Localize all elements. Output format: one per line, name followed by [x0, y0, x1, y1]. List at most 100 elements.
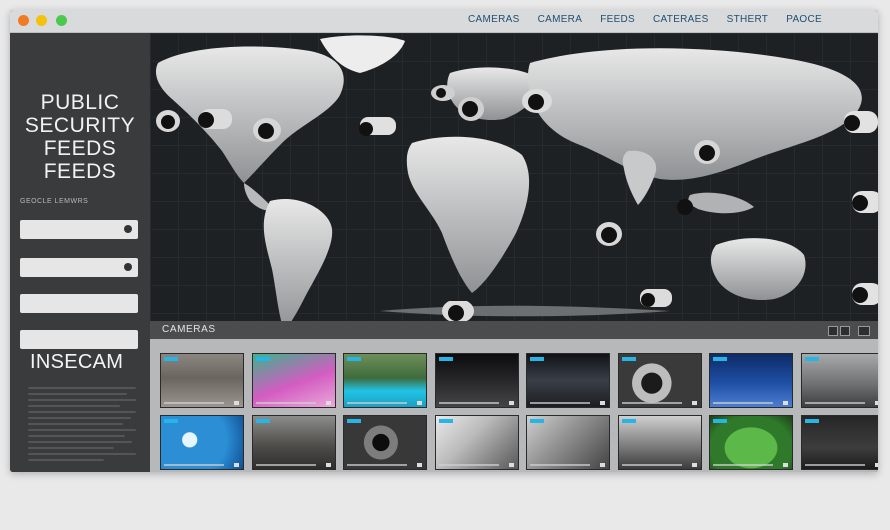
camera-thumbnail[interactable] [617, 415, 702, 470]
caption-bar [530, 464, 590, 466]
caption-bar [804, 402, 865, 404]
nav-feeds[interactable]: FEEDS [600, 14, 635, 25]
camera-pin-icon[interactable] [594, 219, 624, 249]
title-bar: CAMERAS CAMERA FEEDS CATERAES STHERT PAO… [10, 10, 878, 33]
caption-bar [713, 402, 773, 404]
caption-bar [347, 464, 407, 466]
south-america [263, 199, 333, 321]
view-toggle-icon[interactable] [828, 326, 838, 336]
dropdown-knob-icon [124, 225, 132, 233]
camera-pin-icon[interactable] [154, 107, 186, 137]
caption-bar [713, 464, 773, 466]
fullscreen-icon[interactable] [234, 401, 239, 405]
nav-cameras[interactable]: CAMERAS [468, 14, 520, 25]
close-window-button[interactable] [18, 15, 29, 26]
top-nav: CAMERAS CAMERA FEEDS CATERAES STHERT PAO… [450, 14, 822, 25]
fullscreen-icon[interactable] [783, 463, 788, 467]
se-asia [688, 192, 754, 214]
fullscreen-icon[interactable] [508, 401, 514, 405]
sidebar: PUBLIC SECURITY FEEDS FEEDS GEOCLE LEMWR… [10, 33, 150, 472]
live-tag [164, 419, 178, 423]
continents [155, 35, 862, 321]
camera-thumbnail[interactable] [160, 353, 244, 408]
filter-field-3[interactable] [20, 294, 138, 313]
camera-pin-icon[interactable] [840, 101, 878, 141]
fullscreen-icon[interactable] [325, 401, 331, 405]
camera-thumbnail[interactable] [709, 353, 793, 408]
filter-field-4[interactable] [20, 330, 138, 349]
live-tag [713, 419, 727, 423]
fullscreen-icon[interactable] [783, 401, 788, 405]
fullscreen-icon[interactable] [600, 463, 605, 467]
camera-pin-icon[interactable] [636, 285, 676, 315]
camera-thumbnail[interactable] [526, 353, 610, 408]
camera-thumbnail[interactable] [343, 353, 427, 408]
camera-thumbnail[interactable] [526, 415, 610, 470]
nav-place[interactable]: PAOCE [786, 14, 822, 25]
insecam-logo: INSECAM [30, 351, 124, 373]
camera-pin-icon[interactable] [430, 83, 456, 103]
fullscreen-icon[interactable] [417, 463, 422, 467]
camera-pin-icon[interactable] [250, 115, 284, 147]
camera-thumbnail[interactable] [434, 415, 519, 470]
filter-field-2[interactable] [20, 258, 138, 277]
caption-bar [804, 464, 865, 466]
camera-pin-icon[interactable] [356, 113, 400, 145]
nav-street[interactable]: STHERT [727, 14, 769, 25]
camera-pin-icon[interactable] [692, 137, 722, 167]
camera-thumbnail[interactable] [800, 353, 878, 408]
camera-pin-icon[interactable] [520, 87, 554, 117]
title-line: SECURITY [24, 114, 136, 137]
fullscreen-icon[interactable] [874, 463, 878, 467]
camera-thumbnail[interactable] [160, 415, 244, 470]
camera-pin-icon[interactable] [850, 181, 878, 225]
camera-pin-icon[interactable] [440, 301, 480, 321]
expand-icon[interactable] [858, 326, 870, 336]
live-tag [804, 419, 819, 423]
live-tag [621, 357, 636, 361]
live-tag [255, 419, 270, 423]
india [622, 150, 657, 205]
camera-pin-icon[interactable] [194, 103, 236, 137]
camera-thumbnail[interactable] [709, 415, 793, 470]
caption-bar [255, 402, 316, 404]
africa [406, 136, 530, 293]
camera-thumbnail[interactable] [434, 353, 519, 408]
caption-bar [255, 464, 316, 466]
view-toggle-icon[interactable] [840, 326, 850, 336]
fullscreen-icon[interactable] [417, 401, 422, 405]
camera-pin-icon[interactable] [674, 197, 696, 217]
camera-gallery [150, 339, 878, 472]
sidebar-filler-text [28, 383, 136, 465]
camera-thumbnail[interactable] [800, 415, 878, 470]
fullscreen-icon[interactable] [874, 401, 878, 405]
fullscreen-icon[interactable] [691, 463, 697, 467]
camera-thumbnail[interactable] [617, 353, 702, 408]
camera-thumbnail[interactable] [251, 353, 336, 408]
nav-categories[interactable]: CATERAES [653, 14, 709, 25]
camera-thumbnail[interactable] [343, 415, 427, 470]
fullscreen-icon[interactable] [325, 463, 331, 467]
camera-thumbnail[interactable] [251, 415, 336, 470]
nav-camera[interactable]: CAMERA [538, 14, 583, 25]
fullscreen-icon[interactable] [600, 401, 605, 405]
fullscreen-icon[interactable] [508, 463, 514, 467]
minimize-window-button[interactable] [36, 15, 47, 26]
dropdown-knob-icon [124, 263, 132, 271]
fullscreen-icon[interactable] [234, 463, 239, 467]
world-map[interactable] [150, 33, 878, 321]
filter-field-1[interactable] [20, 220, 138, 239]
live-tag [713, 357, 727, 361]
camera-pin-icon[interactable] [456, 95, 486, 123]
sidebar-subtitle: GEOCLE LEMWRS [20, 198, 89, 205]
caption-bar [438, 464, 499, 466]
fullscreen-icon[interactable] [691, 401, 697, 405]
caption-bar [438, 402, 499, 404]
live-tag [347, 357, 361, 361]
title-line: FEEDS [43, 137, 117, 160]
title-line: PUBLIC [40, 91, 120, 114]
app-window: CAMERAS CAMERA FEEDS CATERAES STHERT PAO… [10, 10, 878, 472]
maximize-window-button[interactable] [56, 15, 67, 26]
camera-pin-icon[interactable] [850, 275, 878, 315]
live-tag [804, 357, 819, 361]
